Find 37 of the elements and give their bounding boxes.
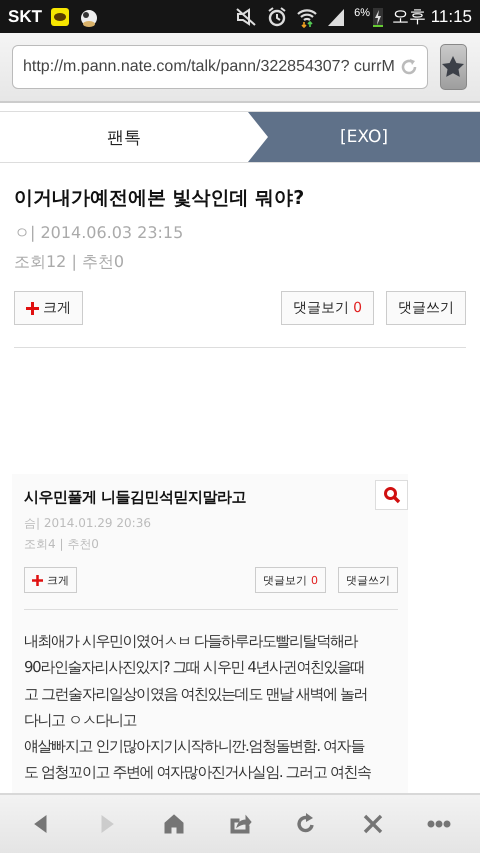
view-comments-button[interactable]: 댓글보기 0 bbox=[281, 291, 374, 325]
body-text-line: 얘살빠지고 인기많아지기시작하니깐.엄청돌변함. 여자들 bbox=[24, 736, 364, 758]
post-stats: 조회4 | 추천0 bbox=[24, 536, 100, 553]
clock-time: 오후 11:15 bbox=[392, 6, 472, 28]
mute-icon bbox=[234, 6, 258, 26]
post-meta: 슴| 2014.01.29 20:36 bbox=[24, 515, 152, 532]
comment-count: 0 bbox=[353, 300, 362, 316]
write-comment-button[interactable]: 댓글쓰기 bbox=[386, 291, 466, 325]
carrier-name: SKT bbox=[8, 6, 42, 26]
write-comment-button[interactable]: 댓글쓰기 bbox=[338, 567, 398, 593]
signal-icon bbox=[326, 6, 346, 26]
home-icon[interactable] bbox=[162, 812, 186, 836]
search-icon bbox=[382, 486, 400, 504]
body-text-line: 내최애가 시우민이였어ㅅㅂ 다들하루라도빨리탈덕해라 bbox=[24, 631, 358, 652]
battery-percent: 6% bbox=[354, 7, 370, 19]
post-stats: 조회12 | 추천0 bbox=[14, 252, 126, 273]
post-title: 이거내가예전에본 빛삭인데 뭐야? bbox=[14, 186, 306, 211]
comment-count: 0 bbox=[311, 574, 318, 586]
post-meta: ㅇ| 2014.06.03 23:15 bbox=[14, 223, 184, 244]
share-icon[interactable] bbox=[228, 812, 252, 836]
bookmark-button[interactable] bbox=[440, 44, 467, 90]
plus-icon bbox=[32, 574, 43, 586]
alarm-clock-icon bbox=[266, 6, 288, 28]
plus-icon bbox=[26, 302, 39, 314]
post-title: 시우민풀게 니들김민석믿지말라고 bbox=[24, 488, 248, 507]
url-field[interactable]: http://m.pann.nate.com/talk/pann/322854307? currM bbox=[12, 45, 428, 89]
body-text-line: 다니고 ㅇㅅ다니고 bbox=[24, 710, 136, 731]
search-button[interactable] bbox=[375, 480, 408, 510]
star-icon bbox=[441, 55, 466, 79]
breadcrumb-tab[interactable]: [EXO] bbox=[248, 112, 480, 162]
body-text-line: 90라인술자리사진있지? 그때 시우민 4년사귄여친있을때 bbox=[24, 657, 364, 678]
chat-app-icon bbox=[50, 6, 70, 26]
view-comments-button[interactable]: 댓글보기 0 bbox=[255, 567, 326, 593]
body-text-line: 도 엄청꼬이고 주변에 여자많아진거사실임. 그러고 여친속 bbox=[24, 762, 371, 784]
enlarge-button[interactable]: 크게 bbox=[24, 567, 77, 593]
enlarge-button[interactable]: 크게 bbox=[14, 291, 83, 325]
body-text-line: 고 그런술자리일상이였음 여친있는데도 맨날 새벽에 놀러 bbox=[24, 684, 368, 705]
